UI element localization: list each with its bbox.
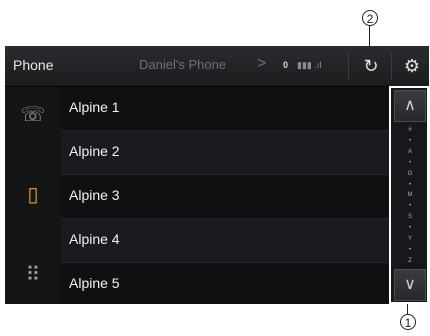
scroll-down-button[interactable]: ∨: [394, 269, 426, 301]
index-dot: •: [408, 246, 412, 253]
contact-list: Alpine 1 Alpine 2 Alpine 3 Alpine 4 Alpi…: [61, 87, 389, 304]
contact-name: Alpine 3: [69, 187, 120, 203]
header-bar: Phone Daniel's Phone > 0 ▮▮▮ .ıl ↻ ⚙: [5, 46, 429, 87]
device-name[interactable]: Daniel's Phone: [139, 57, 226, 72]
recent-calls-icon[interactable]: ☏: [13, 95, 53, 135]
index-letter[interactable]: Y: [408, 236, 412, 243]
battery-indicator: 0: [283, 60, 289, 70]
page-title: Phone: [13, 57, 54, 73]
list-item[interactable]: Alpine 4: [61, 219, 389, 263]
index-dot: •: [408, 181, 412, 188]
signal-icon: ▮▮▮ .ıl: [297, 60, 322, 70]
list-item[interactable]: Alpine 3: [61, 175, 389, 219]
scroll-up-button[interactable]: ∧: [394, 90, 426, 122]
index-dot: •: [408, 203, 412, 210]
list-item[interactable]: Alpine 5: [61, 263, 389, 304]
phone-screen: Phone Daniel's Phone > 0 ▮▮▮ .ıl ↻ ⚙ ☏ ▯…: [5, 46, 429, 304]
alphabet-scrollbar[interactable]: ∧ # • A • G • M • S • Y • Z ∨: [391, 87, 429, 304]
sidebar: ☏ ▯ ⠿: [5, 87, 61, 304]
gear-icon[interactable]: ⚙: [398, 51, 426, 81]
list-item[interactable]: Alpine 2: [61, 131, 389, 175]
index-letter[interactable]: G: [408, 171, 413, 178]
alphabet-index[interactable]: # • A • G • M • S • Y • Z: [403, 127, 417, 265]
contact-name: Alpine 2: [69, 143, 120, 159]
callout-2: 2: [362, 10, 378, 26]
index-dot: •: [408, 137, 412, 144]
chevron-right-icon[interactable]: >: [257, 55, 266, 73]
index-letter[interactable]: M: [408, 192, 413, 199]
contact-name: Alpine 1: [69, 99, 120, 115]
index-letter[interactable]: Z: [408, 258, 412, 265]
callout-1: 1: [400, 314, 416, 330]
index-letter[interactable]: A: [408, 149, 412, 156]
list-item[interactable]: Alpine 1: [61, 87, 389, 131]
divider: [348, 52, 349, 80]
refresh-icon[interactable]: ↻: [357, 51, 385, 81]
divider: [391, 52, 392, 80]
contact-name: Alpine 4: [69, 231, 120, 247]
index-dot: •: [408, 225, 412, 232]
contacts-icon[interactable]: ▯: [13, 175, 53, 215]
keypad-icon[interactable]: ⠿: [13, 255, 53, 295]
index-letter[interactable]: S: [408, 214, 412, 221]
contact-name: Alpine 5: [69, 275, 120, 291]
index-dot: •: [408, 159, 412, 166]
index-letter[interactable]: #: [408, 127, 411, 134]
